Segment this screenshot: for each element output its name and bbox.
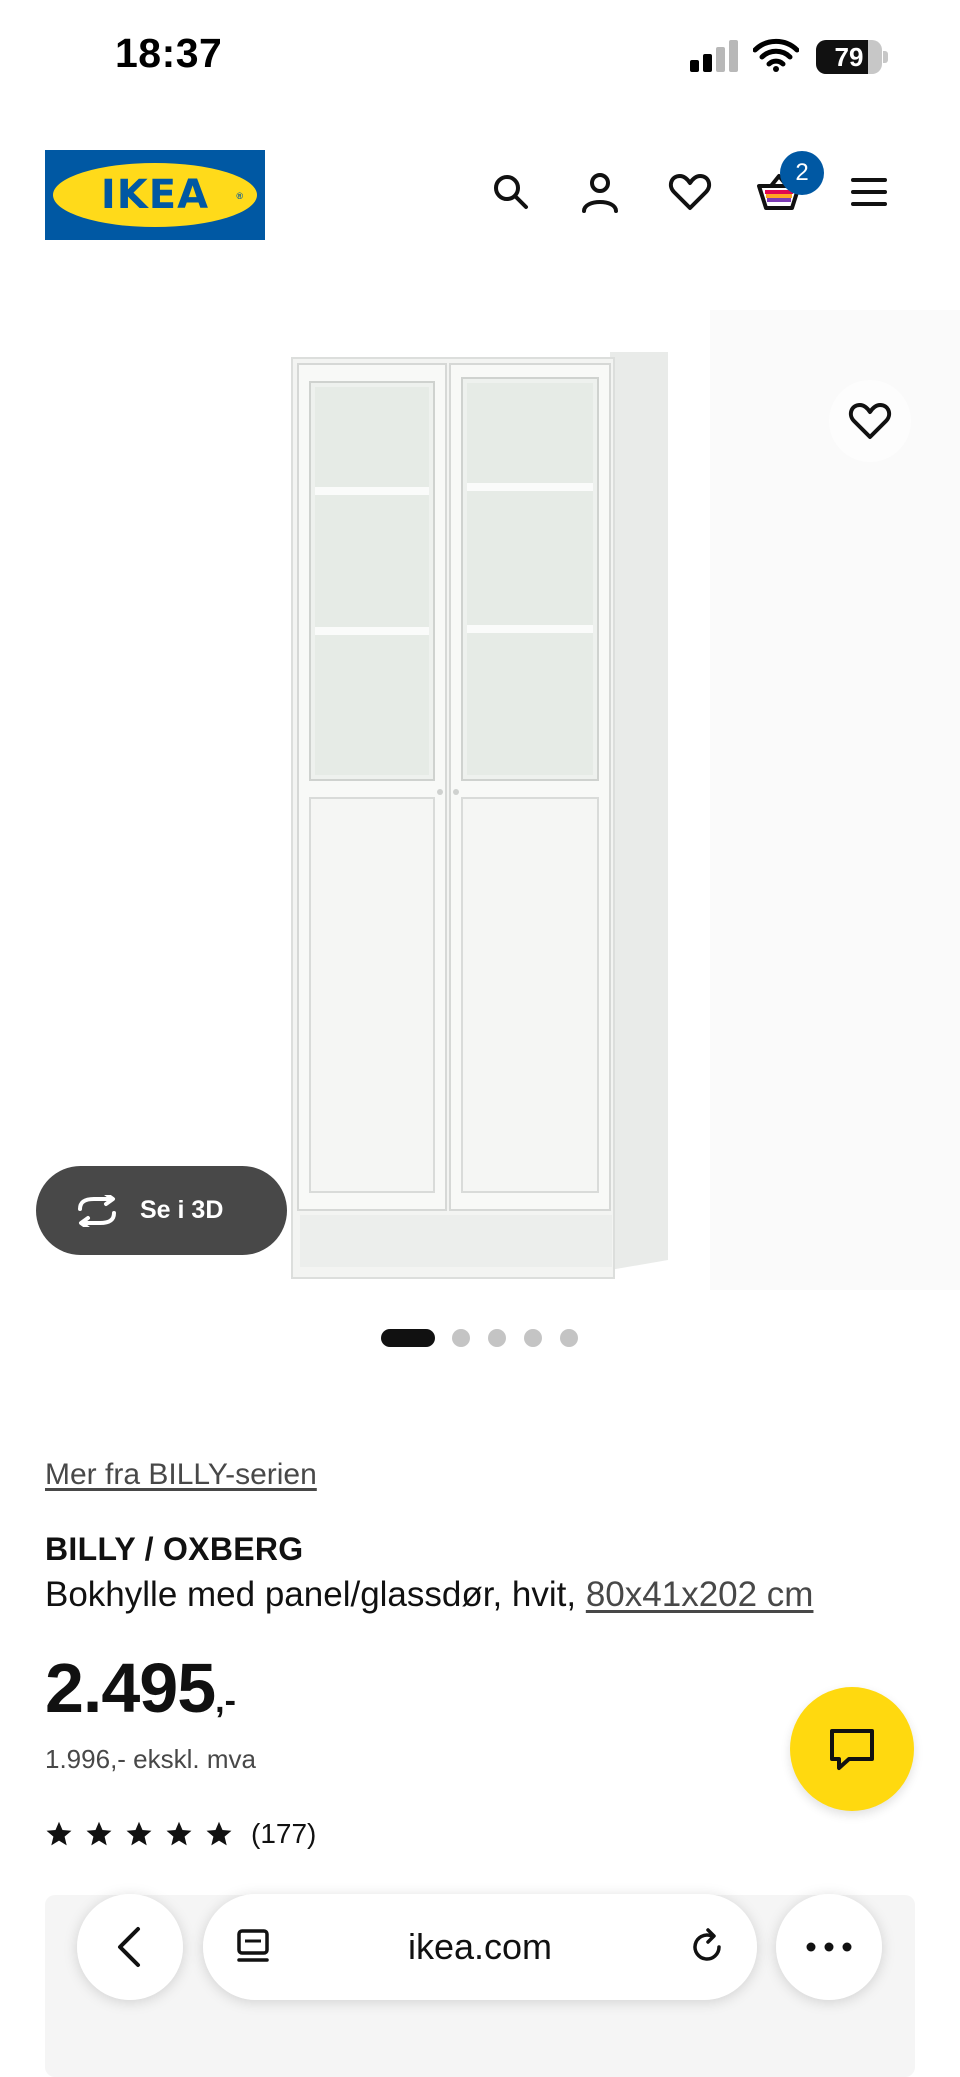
chat-icon (830, 1729, 874, 1770)
logo-text: IKEA (100, 172, 210, 218)
chat-button[interactable] (790, 1687, 914, 1811)
pagination-dot-active[interactable] (381, 1329, 435, 1347)
browser-toolbar: ikea.com (0, 1882, 960, 2012)
product-description: Bokhylle med panel/glassdør, hvit, 80x41… (45, 1575, 813, 1615)
product-name: BILLY / OXBERG (45, 1531, 304, 1567)
star-icon (126, 1821, 152, 1846)
star-icon (46, 1821, 72, 1846)
pagination-dot[interactable] (452, 1329, 470, 1347)
pagination-dot[interactable] (488, 1329, 506, 1347)
reload-icon[interactable] (687, 1927, 727, 1967)
product-description-text: Bokhylle med panel/glassdør, hvit, (45, 1575, 586, 1614)
price-ex-vat: 1.996,- ekskl. mva (45, 1744, 256, 1774)
heart-icon (848, 403, 892, 439)
price-amount: 2.495 (45, 1649, 216, 1727)
rotate-3d-icon (78, 1194, 116, 1227)
star-icon (166, 1821, 192, 1846)
status-time: 18:37 (115, 30, 223, 76)
product-rating[interactable]: (177) (45, 1816, 316, 1852)
url-text: ikea.com (407, 1926, 553, 1967)
view-in-3d-button[interactable]: Se i 3D (36, 1166, 287, 1255)
search-icon[interactable] (486, 167, 536, 217)
battery-indicator: 79 (816, 40, 888, 74)
more-icon (806, 1942, 852, 1952)
pagination-dot[interactable] (560, 1329, 578, 1347)
product-price: 2.495,- (45, 1648, 236, 1728)
cellular-signal-icon (690, 40, 740, 72)
back-button[interactable] (77, 1894, 183, 2000)
wifi-icon (752, 38, 800, 77)
add-to-favorites-button[interactable] (829, 380, 911, 462)
menu-icon[interactable] (844, 167, 894, 217)
view-in-3d-label: Se i 3D (140, 1196, 224, 1224)
series-link[interactable]: Mer fra BILLY-serien (45, 1458, 317, 1492)
favorites-icon[interactable] (665, 167, 715, 217)
tabs-icon[interactable] (235, 1927, 273, 1967)
cart-count-badge: 2 (780, 151, 824, 195)
image-pagination (0, 1326, 960, 1347)
star-icon (206, 1821, 232, 1846)
account-icon[interactable] (575, 167, 625, 217)
ikea-logo[interactable]: IKEA ® (45, 150, 265, 240)
battery-level: 79 (834, 42, 864, 72)
price-suffix: ,- (215, 1682, 236, 1720)
status-bar: 18:37 79 (0, 0, 960, 110)
star-icon (86, 1821, 112, 1846)
product-image (291, 310, 960, 1290)
product-image-gallery[interactable] (0, 290, 960, 1290)
address-bar[interactable]: ikea.com (203, 1894, 757, 2000)
product-dimensions-link[interactable]: 80x41x202 cm (586, 1575, 814, 1614)
chevron-left-icon (118, 1927, 140, 1967)
pagination-dot[interactable] (524, 1329, 542, 1347)
more-options-button[interactable] (776, 1894, 882, 2000)
rating-count: (177) (251, 1818, 317, 1849)
